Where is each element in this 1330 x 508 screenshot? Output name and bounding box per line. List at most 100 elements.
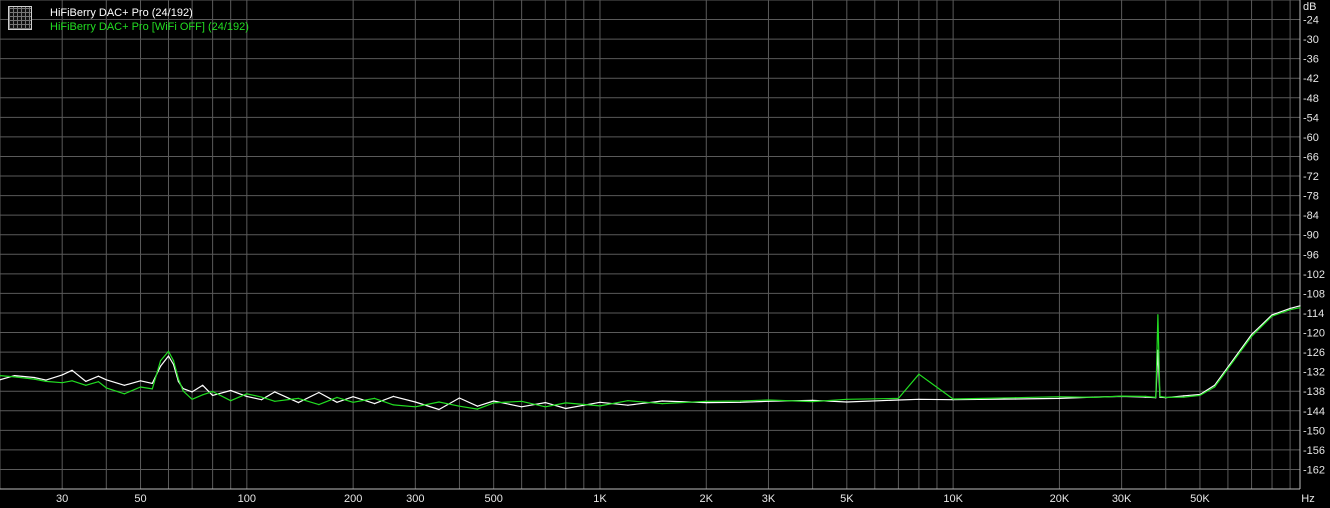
data-point — [318, 404, 320, 406]
data-point — [392, 404, 394, 406]
data-point — [493, 402, 495, 404]
data-point — [599, 405, 601, 407]
x-tick-label: 20K — [1050, 493, 1070, 505]
data-point — [565, 402, 567, 404]
data-point — [661, 400, 663, 402]
data-point — [97, 375, 99, 377]
data-point — [918, 373, 920, 375]
data-point — [167, 350, 170, 352]
data-point — [336, 396, 338, 398]
data-point — [318, 391, 320, 394]
x-tick-label: 3K — [762, 493, 776, 505]
x-tick-label: 200 — [344, 493, 362, 505]
data-point — [661, 403, 663, 405]
data-point — [476, 405, 479, 407]
data-point — [151, 388, 153, 390]
data-point — [260, 399, 263, 401]
data-point — [246, 395, 248, 397]
legend-entry-white: HiFiBerry DAC+ Pro (24/192) — [50, 7, 193, 19]
data-point — [705, 400, 707, 402]
data-point — [151, 382, 153, 384]
data-point — [374, 397, 376, 399]
data-point — [1227, 368, 1229, 370]
data-point — [1299, 307, 1301, 309]
data-point — [1214, 386, 1216, 388]
legend: HiFiBerry DAC+ Pro (24/192) HiFiBerry DA… — [8, 6, 249, 34]
y-tick-label: -48 — [1303, 93, 1319, 105]
data-point — [846, 401, 848, 403]
data-point — [61, 382, 63, 384]
data-point — [202, 394, 204, 396]
data-point — [374, 403, 376, 405]
data-point — [1144, 395, 1146, 397]
data-point — [182, 390, 184, 392]
data-point — [897, 397, 900, 399]
data-point — [167, 355, 170, 357]
data-point — [1183, 395, 1185, 397]
data-point — [414, 401, 416, 403]
x-tick-label: Hz — [1301, 493, 1314, 505]
data-point — [191, 391, 193, 393]
data-point — [105, 387, 107, 389]
data-point — [61, 374, 63, 376]
data-point — [230, 400, 232, 402]
y-tick-label: -108 — [1303, 288, 1325, 300]
x-tick-label: 500 — [484, 493, 502, 505]
data-point — [1165, 396, 1167, 398]
data-point — [739, 400, 742, 402]
data-point — [918, 398, 920, 400]
data-point — [352, 396, 354, 398]
data-point — [458, 405, 460, 407]
x-tick-label: 30K — [1112, 493, 1132, 505]
data-point — [139, 386, 142, 388]
data-point — [392, 395, 394, 397]
y-tick-label: -36 — [1303, 54, 1319, 66]
x-tick-label: 50K — [1190, 493, 1210, 505]
data-point — [897, 399, 900, 401]
data-point — [85, 380, 87, 382]
y-tick-label: -60 — [1303, 132, 1319, 144]
data-point — [544, 402, 546, 404]
data-point — [212, 390, 214, 393]
data-point — [627, 400, 629, 402]
data-point — [1093, 396, 1095, 398]
data-point — [1199, 394, 1201, 396]
data-point — [1014, 397, 1016, 399]
data-point — [1157, 314, 1159, 316]
data-point — [297, 397, 299, 399]
y-tick-label: -150 — [1303, 425, 1325, 437]
y-tick-label: -42 — [1303, 73, 1319, 85]
data-point — [438, 408, 440, 411]
data-point — [45, 379, 47, 381]
y-tick-label: -96 — [1303, 249, 1319, 261]
data-point — [246, 393, 248, 395]
data-point — [1299, 305, 1301, 307]
y-tick-label: -30 — [1303, 34, 1319, 46]
data-point — [1289, 307, 1291, 309]
grid-icon[interactable] — [8, 6, 32, 30]
data-point — [705, 402, 707, 404]
data-point — [599, 401, 601, 403]
x-tick-label: 50 — [134, 493, 146, 505]
y-tick-label: -84 — [1303, 210, 1319, 222]
spectrum-chart: dB -24 -30 -36 -42 -48 -54 -60 -66 -72 -78 -84 -90 -9… — [0, 0, 1330, 508]
data-point — [458, 397, 460, 399]
data-point — [544, 406, 546, 408]
data-point — [160, 360, 162, 362]
data-point — [33, 378, 35, 380]
data-point — [812, 399, 814, 401]
data-point — [438, 401, 440, 403]
data-point — [160, 365, 162, 367]
data-point — [1155, 396, 1157, 398]
data-point — [739, 401, 742, 403]
y-tick-label: -24 — [1303, 15, 1319, 27]
data-point — [352, 401, 354, 403]
data-point — [274, 391, 276, 393]
y-tick-label: -132 — [1303, 367, 1325, 379]
data-point — [212, 394, 214, 396]
x-tick-label: 30 — [56, 493, 68, 505]
data-point — [1289, 309, 1291, 311]
data-point — [1058, 396, 1060, 398]
data-point — [1159, 395, 1161, 397]
x-tick-label: 2K — [700, 493, 714, 505]
